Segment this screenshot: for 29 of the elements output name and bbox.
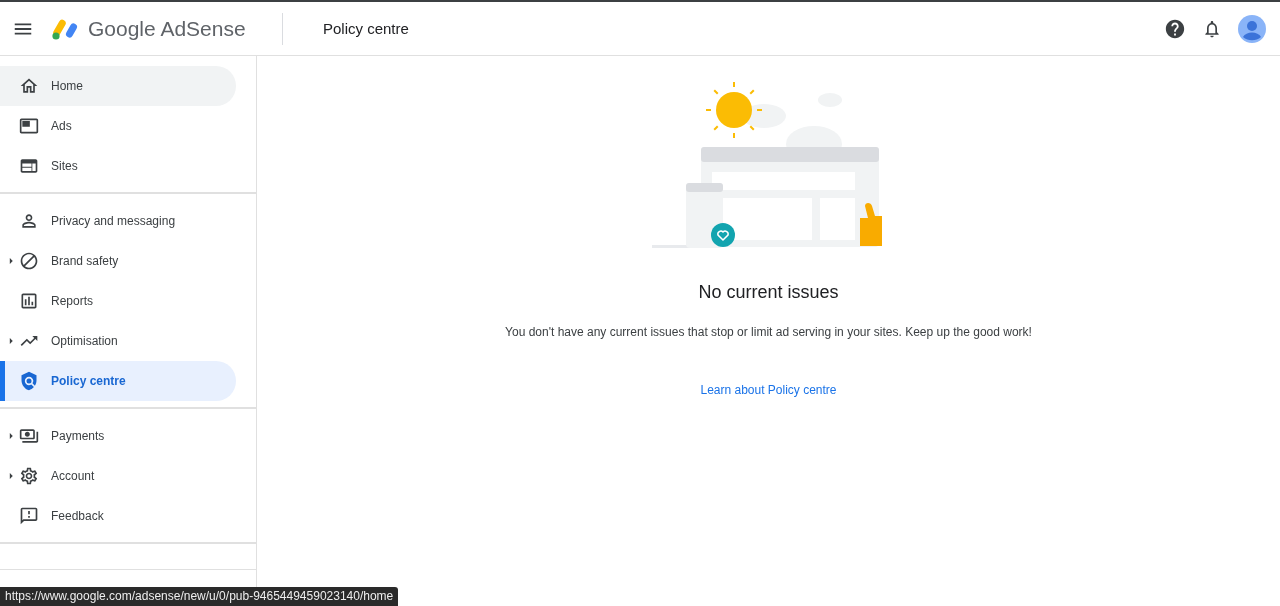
avatar-icon[interactable]	[1238, 14, 1266, 43]
web-page-icon	[19, 156, 39, 176]
banknote-icon	[19, 426, 39, 446]
nav-item[interactable]: Privacy and messaging	[0, 201, 236, 241]
empty-state-heading: No current issues	[698, 282, 839, 303]
nav-item[interactable]: Policy centre	[0, 361, 236, 401]
nav-item[interactable]: Reports	[0, 281, 236, 321]
empty-state-message: You don't have any current issues that stop or limit ad serving in your sites. Keep up the good work!	[505, 325, 1032, 339]
home-icon	[19, 76, 39, 96]
bar-chart-icon	[19, 291, 39, 311]
nav-item[interactable]: Payments	[0, 416, 236, 456]
nav-item[interactable]: Home	[0, 66, 236, 106]
nav-item[interactable]: Optimisation	[0, 321, 236, 361]
notifications-icon[interactable]	[1202, 18, 1222, 39]
nav-item[interactable]: Account	[0, 456, 236, 496]
learn-more-link[interactable]: Learn about Policy centre	[700, 383, 837, 397]
product-name: Google AdSense	[88, 16, 246, 41]
nav-item[interactable]: Ads	[0, 106, 236, 146]
settings-icon	[19, 466, 39, 486]
nav-item[interactable]: Sites	[0, 146, 236, 186]
feedback-icon	[19, 506, 39, 526]
block-icon	[19, 251, 39, 271]
nav-item[interactable]: Brand safety	[0, 241, 236, 281]
shield-search-icon	[19, 371, 39, 391]
status-url-tooltip: https://www.google.com/adsense/new/u/0/pub-9465449459023140/home	[0, 587, 399, 606]
nav-item[interactable]: Feedback	[0, 496, 236, 536]
help-icon[interactable]	[1164, 17, 1186, 40]
page-title: Policy centre	[323, 20, 409, 37]
ad-frame-icon	[19, 116, 39, 136]
